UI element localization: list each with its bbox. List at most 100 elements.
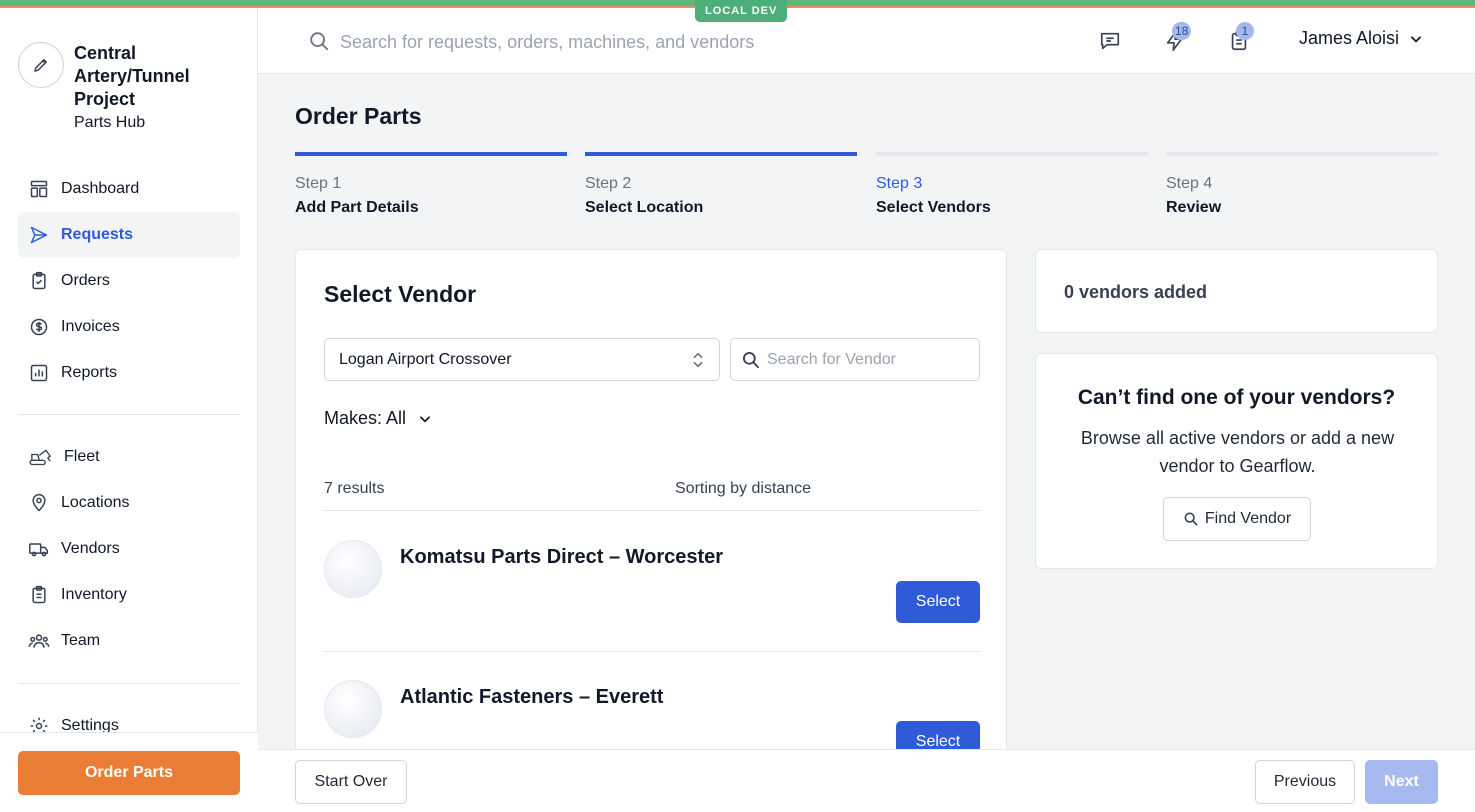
sidebar-divider: [18, 683, 240, 684]
start-over-button[interactable]: Start Over: [295, 760, 407, 804]
step-label: Review: [1166, 199, 1222, 216]
sidebar-item-label: Inventory: [61, 586, 127, 603]
search-icon: [1183, 511, 1199, 527]
sidebar-item-label: Orders: [61, 272, 110, 289]
env-badge: LOCAL DEV: [695, 0, 788, 22]
step-label: Select Location: [585, 199, 704, 216]
org-avatar[interactable]: [18, 42, 64, 88]
sorting-label: Sorting by distance: [675, 480, 812, 497]
select-vendor-card: Select Vendor Logan Airport Crossover Ma…: [295, 249, 1007, 769]
map-pin-icon: [28, 492, 50, 514]
sidebar-item-label: Dashboard: [61, 180, 140, 197]
sidebar-item-invoices[interactable]: Invoices: [18, 304, 240, 350]
chat-icon: [1100, 32, 1120, 50]
step-number: Step 2: [585, 175, 632, 192]
step-progress-bar: [1166, 152, 1438, 156]
location-select-value: Logan Airport Crossover: [339, 350, 512, 368]
notifications-badge: 18: [1172, 22, 1192, 40]
chart-icon: [28, 362, 50, 384]
user-name: James Aloisi: [1299, 28, 1400, 48]
step-number: Step 4: [1166, 175, 1213, 192]
sidebar-item-label: Invoices: [61, 318, 120, 335]
find-vendor-button[interactable]: Find Vendor: [1163, 497, 1311, 541]
users-icon: [28, 630, 50, 652]
excavator-icon: [28, 446, 54, 468]
sidebar-item-label: Locations: [61, 494, 130, 511]
sidebar-item-dashboard[interactable]: Dashboard: [18, 166, 240, 212]
next-button[interactable]: Next: [1365, 760, 1438, 804]
search-icon: [743, 352, 759, 368]
step-1[interactable]: Step 1 Add Part Details: [295, 152, 567, 217]
sidebar-item-fleet[interactable]: Fleet: [18, 434, 240, 480]
step-label: Add Part Details: [295, 199, 419, 216]
step-2[interactable]: Step 2 Select Location: [585, 152, 857, 217]
tasks-button[interactable]: 1: [1226, 22, 1254, 54]
step-progress-bar: [876, 152, 1148, 156]
order-parts-button[interactable]: Order Parts: [18, 751, 240, 795]
sidebar-item-label: Reports: [61, 364, 118, 381]
search-icon: [308, 30, 330, 57]
primary-nav: Dashboard Requests Orders Invoices Repor…: [18, 166, 240, 396]
vendor-avatar: [324, 680, 382, 738]
step-label: Select Vendors: [876, 199, 991, 216]
pencil-icon: [34, 59, 47, 72]
sidebar-divider: [18, 414, 240, 415]
vendor-search-box: [730, 338, 980, 381]
step-progress-bar: [585, 152, 857, 156]
step-4[interactable]: Step 4 Review: [1166, 152, 1438, 217]
sidebar-item-requests[interactable]: Requests: [18, 212, 240, 258]
org-name: Central Artery/Tunnel Project: [74, 43, 190, 109]
org-subtitle: Parts Hub: [74, 114, 146, 131]
find-vendor-description: Browse all active vendors or add a new v…: [1080, 428, 1395, 476]
secondary-nav: Fleet Locations Vendors Inventory Team: [18, 434, 240, 664]
vendors-added-count: 0 vendors added: [1064, 282, 1208, 302]
user-menu[interactable]: James Aloisi: [1299, 28, 1423, 49]
location-select[interactable]: Logan Airport Crossover: [324, 338, 720, 381]
previous-button[interactable]: Previous: [1255, 760, 1355, 804]
chevron-down-icon: [1411, 35, 1422, 42]
vendor-name: Atlantic Fasteners – Everett: [400, 686, 664, 708]
updown-chevron-icon: [693, 352, 703, 368]
step-number: Step 1: [295, 175, 342, 192]
step-number: Step 3: [876, 175, 923, 192]
sidebar-item-reports[interactable]: Reports: [18, 350, 240, 396]
vendors-added-card: 0 vendors added: [1035, 249, 1438, 333]
global-search-input[interactable]: [340, 26, 940, 58]
sidebar: Central Artery/Tunnel Project Parts Hub …: [0, 8, 258, 812]
tasks-badge: 1: [1236, 22, 1254, 40]
find-vendor-card: Can’t find one of your vendors? Browse a…: [1035, 353, 1438, 569]
makes-filter-label: Makes: All: [324, 408, 407, 428]
page-title: Order Parts: [295, 103, 422, 129]
send-icon: [28, 224, 50, 246]
vendor-name: Komatsu Parts Direct – Worcester: [400, 546, 724, 568]
sidebar-item-vendors[interactable]: Vendors: [18, 526, 240, 572]
sidebar-item-team[interactable]: Team: [18, 618, 240, 664]
results-header: 7 results Sorting by distance: [324, 480, 980, 511]
sidebar-item-inventory[interactable]: Inventory: [18, 572, 240, 618]
dollar-icon: [28, 316, 50, 338]
step-3[interactable]: Step 3 Select Vendors: [876, 152, 1148, 217]
clipboard-list-icon: [28, 584, 50, 606]
wizard-footer: Start Over Previous Next: [258, 749, 1475, 812]
vendor-search-input[interactable]: [767, 349, 967, 371]
top-header: 18 1 James Aloisi: [258, 8, 1475, 74]
sidebar-item-label: Vendors: [61, 540, 120, 557]
makes-filter[interactable]: Makes: All: [324, 408, 432, 429]
activity-button[interactable]: 18: [1162, 22, 1192, 54]
select-vendor-title: Select Vendor: [324, 281, 477, 307]
find-vendor-button-label: Find Vendor: [1204, 510, 1292, 527]
sidebar-item-orders[interactable]: Orders: [18, 258, 240, 304]
sidebar-item-label: Fleet: [64, 448, 100, 465]
sidebar-bottom: Order Parts: [0, 732, 258, 812]
clipboard-check-icon: [28, 270, 50, 292]
sidebar-item-label: Team: [61, 632, 101, 649]
step-progress-bar: [295, 152, 567, 156]
find-vendor-title: Can’t find one of your vendors?: [1077, 386, 1396, 409]
vendor-row: Komatsu Parts Direct – Worcester Select: [324, 512, 980, 652]
select-vendor-button[interactable]: Select: [896, 581, 980, 623]
messages-button[interactable]: [1097, 28, 1123, 54]
vendor-avatar: [324, 540, 382, 598]
sidebar-item-label: Requests: [61, 226, 134, 243]
chevron-down-icon: [420, 415, 430, 422]
sidebar-item-locations[interactable]: Locations: [18, 480, 240, 526]
